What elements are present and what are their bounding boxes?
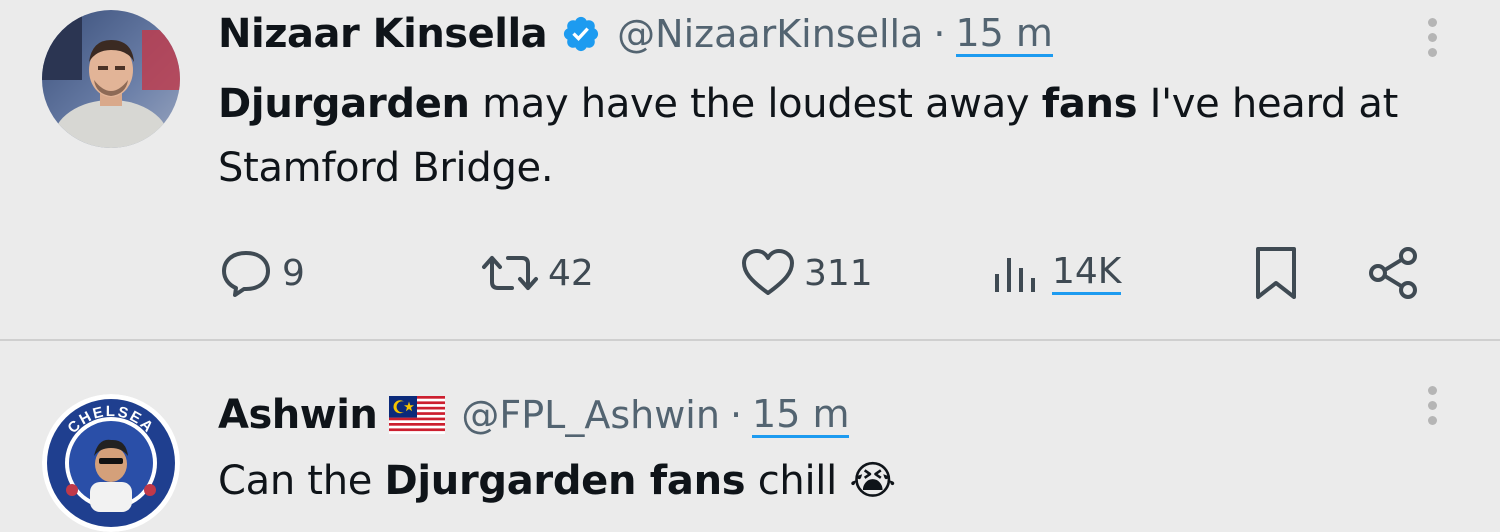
more-options-icon[interactable]: [1426, 18, 1438, 57]
tweet-header: Ashwin @FPL_Ashwin · 15 m: [218, 389, 850, 441]
author-name[interactable]: Nizaar Kinsella: [218, 11, 548, 57]
retweet-icon: [482, 256, 538, 290]
avatar[interactable]: CHELSEA: [42, 394, 180, 532]
tweet-text-segment: Djurgarden: [218, 81, 470, 127]
tweet-text-segment: may have the loudest away: [469, 81, 1042, 127]
timestamp-link[interactable]: 15 m: [752, 393, 850, 438]
verified-badge-icon: [564, 16, 599, 52]
avatar[interactable]: [42, 10, 180, 148]
views-button[interactable]: 14K: [992, 238, 1122, 308]
separator-dot: ·: [933, 12, 946, 56]
share-button[interactable]: [1366, 238, 1422, 308]
separator-dot: ·: [729, 393, 743, 437]
more-options-icon[interactable]: [1426, 386, 1438, 425]
tweet-text-segment: Can the: [218, 458, 385, 504]
heart-icon: [742, 249, 794, 295]
author-handle[interactable]: @FPL_Ashwin: [461, 393, 720, 437]
like-count: 311: [804, 252, 873, 294]
timestamp-link[interactable]: 15 m: [955, 12, 1053, 57]
share-icon: [1369, 247, 1417, 299]
author-handle[interactable]: @NizaarKinsella: [617, 12, 923, 56]
like-button[interactable]: 311: [740, 238, 873, 308]
author-name[interactable]: Ashwin: [218, 392, 378, 438]
analytics-icon: [995, 258, 1035, 292]
malaysia-flag-icon: [389, 396, 446, 434]
bookmark-button[interactable]: [1252, 238, 1300, 308]
tweet-text-segment: chill: [745, 458, 850, 504]
tweet-actions: 9 42 311 14K: [218, 238, 1448, 308]
tweet-text-segment: Djurgarden fans: [384, 458, 746, 504]
reply-icon: [222, 251, 270, 297]
tweet-card[interactable]: CHELSEA Ashwin @FPL_Ashwin · 15 m Can th…: [0, 341, 1500, 532]
crying-face-emoji: 😭: [849, 458, 896, 504]
retweet-count: 42: [548, 252, 594, 294]
reply-button[interactable]: 9: [218, 238, 305, 308]
tweet-text: Djurgarden may have the loudest away fan…: [218, 72, 1478, 200]
bookmark-icon: [1256, 247, 1296, 299]
views-count: 14K: [1052, 251, 1122, 295]
tweet-text-segment: fans: [1041, 81, 1138, 127]
reply-count: 9: [282, 252, 305, 294]
retweet-button[interactable]: 42: [480, 238, 594, 308]
tweet-text: Can the Djurgarden fans chill 😭: [218, 449, 1478, 513]
tweet-card[interactable]: Nizaar Kinsella @NizaarKinsella · 15 m D…: [0, 0, 1500, 338]
tweet-header: Nizaar Kinsella @NizaarKinsella · 15 m: [218, 8, 1053, 60]
